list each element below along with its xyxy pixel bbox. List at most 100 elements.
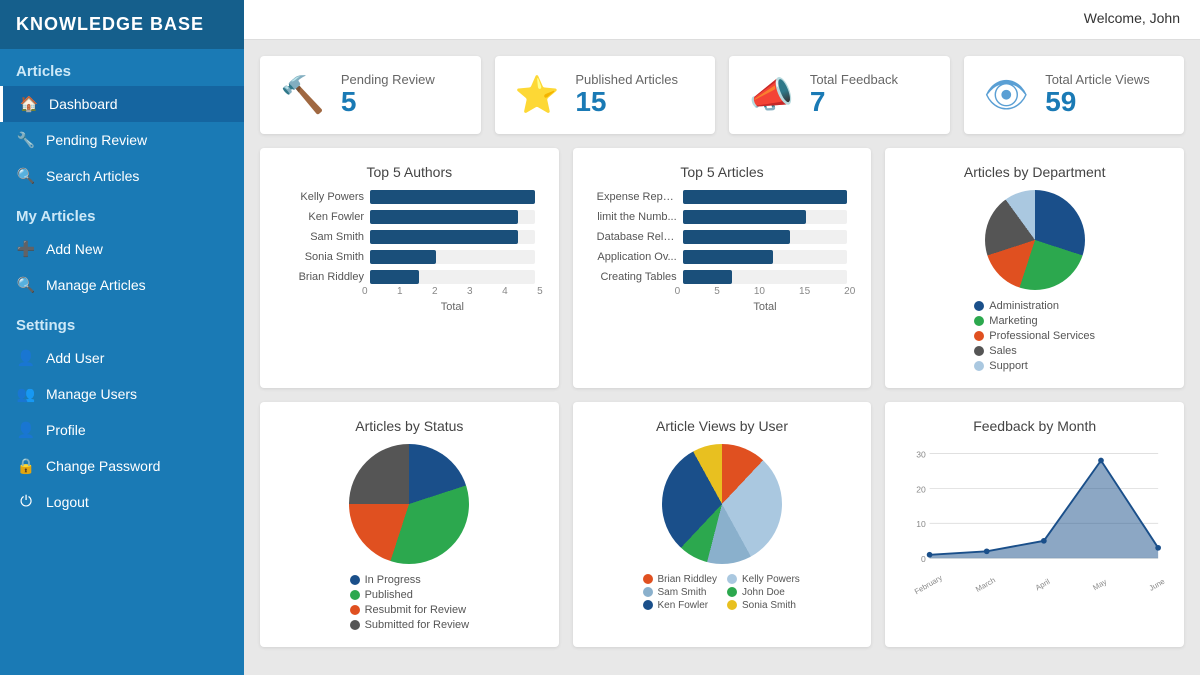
stat-value-views: 59 (1045, 87, 1150, 118)
legend-dot (350, 620, 360, 630)
manage-users-icon: 👥 (16, 385, 36, 403)
sidebar-item-manage-users-label: Manage Users (46, 386, 137, 402)
status-legend: In ProgressPublishedResubmit for ReviewS… (350, 574, 470, 631)
stats-row: 🔨 Pending Review 5 ⭐ Published Articles … (260, 56, 1184, 134)
bar-label: Expense Repo... (597, 191, 677, 203)
legend-label: Kelly Powers (742, 574, 800, 585)
stat-value-published: 15 (575, 87, 678, 118)
sidebar-item-add-new-label: Add New (46, 241, 103, 257)
legend-item: Ken Fowler (643, 600, 717, 611)
feedback-chart: Feedback by Month 0102030FebruaryMarchAp… (885, 402, 1184, 647)
legend-label: Brian Riddley (658, 574, 717, 585)
bar-fill (683, 250, 774, 264)
bar-label: Sonia Smith (284, 251, 364, 263)
main-content: Welcome, John 🔨 Pending Review 5 ⭐ Publi… (244, 0, 1200, 675)
stat-label-views: Total Article Views (1045, 72, 1150, 87)
svg-text:10: 10 (917, 519, 927, 529)
sidebar-item-change-password[interactable]: 🔒 Change Password (0, 448, 244, 484)
profile-icon: 👤 (16, 421, 36, 439)
legend-label: Ken Fowler (658, 600, 709, 611)
dept-chart: Articles by Department AdministrationMar… (885, 148, 1184, 388)
legend-item: Resubmit for Review (350, 604, 470, 616)
views-chart-title: Article Views by User (589, 418, 856, 434)
axis-tick: 10 (754, 286, 765, 297)
axis-tick: 3 (467, 286, 473, 297)
bar-track (683, 250, 848, 264)
sidebar-item-profile[interactable]: 👤 Profile (0, 412, 244, 448)
authors-bar-chart: Kelly Powers Ken Fowler Sam Smith Sonia … (284, 190, 535, 284)
dashboard-icon: 🏠 (19, 95, 39, 113)
svg-text:0: 0 (921, 554, 926, 564)
legend-label: Submitted for Review (365, 619, 470, 631)
svg-text:June: June (1148, 576, 1167, 592)
stat-info-pending: Pending Review 5 (341, 72, 435, 118)
sidebar-item-search-articles[interactable]: 🔍 Search Articles (0, 158, 244, 194)
articles-section-label: Articles (0, 49, 244, 86)
bar-label: Sam Smith (284, 231, 364, 243)
bar-track (683, 270, 848, 284)
sidebar-item-manage-articles[interactable]: 🔍 Manage Articles (0, 267, 244, 303)
axis-tick: 20 (844, 286, 855, 297)
axis-tick: 15 (799, 286, 810, 297)
sidebar-item-add-new[interactable]: ➕ Add New (0, 231, 244, 267)
legend-label: Administration (989, 300, 1059, 312)
sidebar-item-manage-users[interactable]: 👥 Manage Users (0, 376, 244, 412)
legend-label: Support (989, 360, 1028, 372)
sidebar-item-add-user[interactable]: 👤 Add User (0, 340, 244, 376)
bar-track (370, 250, 535, 264)
bar-track (370, 230, 535, 244)
manage-articles-icon: 🔍 (16, 276, 36, 294)
top-articles-chart: Top 5 Articles Expense Repo... limit the… (573, 148, 872, 388)
bar-row: Application Ov... (597, 250, 848, 264)
articles-bar-chart: Expense Repo... limit the Numb... Databa… (597, 190, 848, 284)
logout-icon: ⏻ (16, 493, 36, 510)
legend-item: Professional Services (974, 330, 1095, 342)
axis-tick: 5 (714, 286, 720, 297)
legend-item: Sales (974, 345, 1095, 357)
sidebar-item-add-user-label: Add User (46, 350, 104, 366)
legend-label: Sonia Smith (742, 600, 796, 611)
bar-label: Kelly Powers (284, 191, 364, 203)
eye-icon: 👁 (984, 74, 1030, 116)
legend-dot (643, 574, 653, 584)
legend-label: In Progress (365, 574, 421, 586)
sidebar-item-dashboard[interactable]: 🏠 Dashboard (0, 86, 244, 122)
bar-row: Database Rela... (597, 230, 848, 244)
bar-fill (370, 270, 419, 284)
views-legend: Brian RiddleyKelly PowersSam SmithJohn D… (643, 574, 802, 611)
hammer-icon: 🔨 (280, 74, 325, 116)
sidebar: KNOWLEDGE BASE Articles 🏠 Dashboard 🔧 Pe… (0, 0, 244, 675)
sidebar-item-manage-articles-label: Manage Articles (46, 277, 146, 293)
articles-axis: 05101520 (675, 284, 856, 297)
bar-row: Sam Smith (284, 230, 535, 244)
stat-value-pending: 5 (341, 87, 435, 118)
bar-fill (370, 190, 535, 204)
feedback-line-chart: 0102030FebruaryMarchAprilMayJune (901, 444, 1168, 601)
top-charts-row: Top 5 Authors Kelly Powers Ken Fowler Sa… (260, 148, 1184, 388)
bar-label: Application Ov... (597, 251, 677, 263)
bar-track (370, 190, 535, 204)
bar-label: Brian Riddley (284, 271, 364, 283)
bar-fill (683, 210, 807, 224)
bottom-charts-row: Articles by Status In ProgressPublishedR… (260, 402, 1184, 647)
bar-row: Brian Riddley (284, 270, 535, 284)
views-chart: Article Views by User Brian Riddley Kelly… (573, 402, 872, 647)
articles-axis-label: Total (675, 301, 856, 313)
sidebar-item-logout[interactable]: ⏻ Logout (0, 484, 244, 519)
bar-track (683, 210, 848, 224)
legend-label: Marketing (989, 315, 1037, 327)
sidebar-item-profile-label: Profile (46, 422, 86, 438)
legend-dot (974, 316, 984, 326)
legend-item: In Progress (350, 574, 470, 586)
sidebar-item-pending-review[interactable]: 🔧 Pending Review (0, 122, 244, 158)
bar-track (683, 230, 848, 244)
add-new-icon: ➕ (16, 240, 36, 258)
stat-card-feedback: 📣 Total Feedback 7 (729, 56, 950, 134)
legend-dot (974, 361, 984, 371)
svg-text:20: 20 (917, 484, 927, 494)
bar-track (370, 270, 535, 284)
legend-dot (643, 587, 653, 597)
legend-dot (974, 331, 984, 341)
sidebar-item-logout-label: Logout (46, 494, 89, 510)
views-pie-container: Brian RiddleyKelly PowersSam SmithJohn D… (589, 444, 856, 611)
